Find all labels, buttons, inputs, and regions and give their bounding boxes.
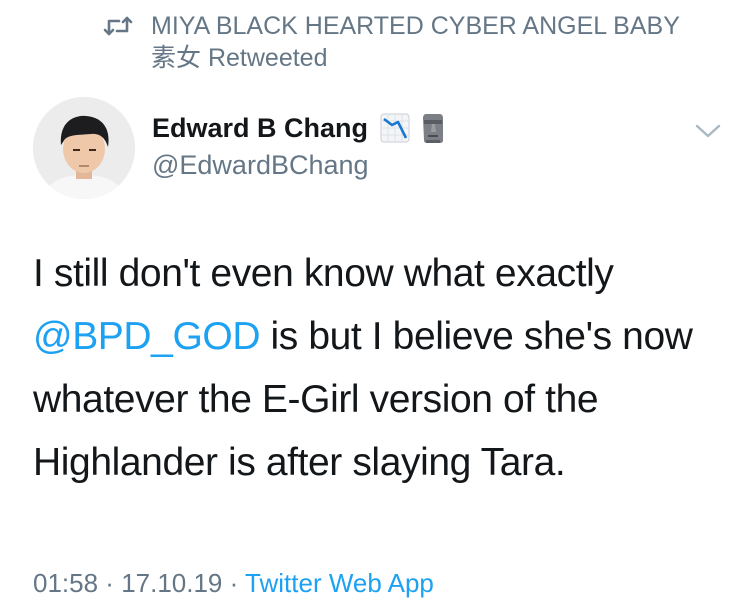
chevron-down-icon[interactable] (694, 122, 722, 140)
author-block[interactable]: Edward B Chang @EdwardBChang (152, 108, 446, 181)
chart-decreasing-emoji-icon (380, 113, 410, 143)
tweet-text-part1: I still don't even know what exactly (33, 252, 614, 295)
meta-separator: · (222, 568, 246, 598)
tweet-text: I still don't even know what exactly @BP… (33, 242, 723, 494)
retweet-text[interactable]: MIYA BLACK HEARTED CYBER ANGEL BABY 素女 R… (151, 10, 680, 74)
moai-emoji-icon (420, 112, 446, 144)
retweeted-label: Retweeted (207, 44, 328, 72)
author-display-name[interactable]: Edward B Chang (152, 113, 368, 144)
tweet-date[interactable]: 17.10.19 (121, 568, 222, 598)
author-handle[interactable]: @EdwardBChang (152, 150, 446, 181)
retweet-context: MIYA BLACK HEARTED CYBER ANGEL BABY 素女 R… (103, 10, 723, 74)
avatar[interactable] (33, 97, 135, 199)
tweet-meta: 01:58 · 17.10.19 · Twitter Web App (33, 568, 434, 599)
tweet-time[interactable]: 01:58 (33, 568, 98, 598)
retweeter-name-suffix[interactable]: 素女 (151, 44, 201, 72)
mention-link[interactable]: @BPD_GOD (33, 315, 261, 358)
meta-separator: · (98, 568, 122, 598)
retweet-icon (103, 10, 133, 42)
retweeter-name[interactable]: MIYA BLACK HEARTED CYBER ANGEL BABY (151, 10, 680, 42)
tweet-source-link[interactable]: Twitter Web App (245, 568, 434, 598)
